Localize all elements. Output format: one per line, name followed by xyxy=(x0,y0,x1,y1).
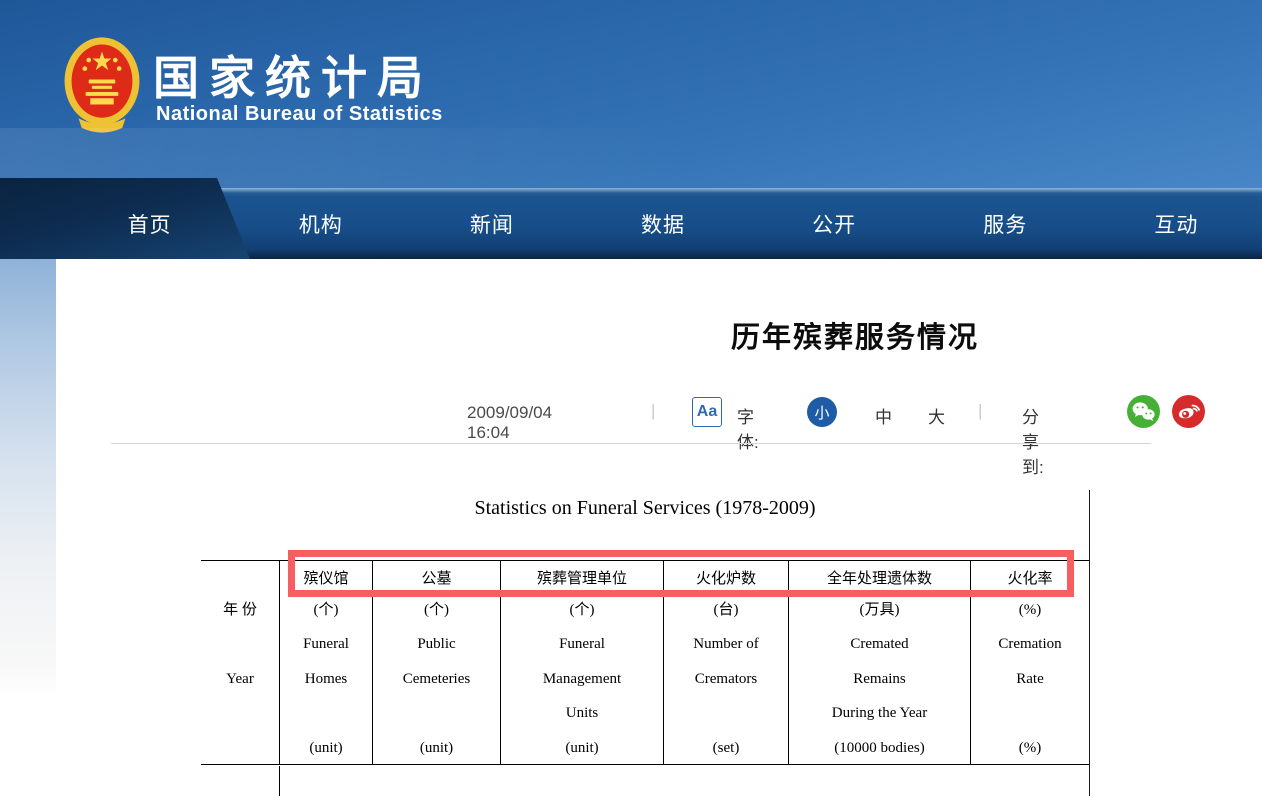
table-cell: (个)Funeral ManagementUnits (unit) xyxy=(500,593,663,764)
table-cell: 年 份 Year xyxy=(201,593,279,764)
nav-item-interaction[interactable]: 互动 xyxy=(1091,188,1262,259)
nav-item-institution[interactable]: 机构 xyxy=(235,188,406,259)
font-size-small-button[interactable]: 小 xyxy=(807,397,837,427)
font-size-medium-button[interactable]: 中 xyxy=(875,403,892,428)
table-cell: (%)Cremation Rate (%) xyxy=(970,593,1089,764)
font-size-large-button[interactable]: 大 xyxy=(928,403,945,428)
nav-item-home[interactable]: 首页 xyxy=(64,188,235,259)
table-subheader-row: 年 份 Year (个)Funeral Homes (unit) (个)Publ… xyxy=(201,593,1089,765)
table-title: Statistics on Funeral Services (1978-200… xyxy=(201,497,1089,520)
separator: | xyxy=(651,401,655,421)
nav-item-disclosure[interactable]: 公开 xyxy=(749,188,920,259)
table-cell: (个)Funeral Homes (unit) xyxy=(279,593,372,764)
table-cell: (万具)Cremated RemainsDuring the Year (100… xyxy=(788,593,970,764)
nav-items: 首页 机构 新闻 数据 公开 服务 互动 xyxy=(64,188,1262,259)
table-cell: (台)Number of Cremators (set) xyxy=(663,593,788,764)
table-right-border xyxy=(1089,490,1090,796)
publish-date: 2009/09/04 16:04 xyxy=(467,403,552,443)
site-subtitle: National Bureau of Statistics xyxy=(156,103,443,126)
share-label: 分享到: xyxy=(1022,403,1044,478)
weibo-share-icon[interactable] xyxy=(1172,395,1205,428)
meta-divider-line xyxy=(111,443,1151,444)
site-title: 国家统计局 xyxy=(153,42,433,108)
page: 国家统计局 National Bureau of Statistics 首页 机… xyxy=(0,0,1262,796)
wechat-share-icon[interactable] xyxy=(1127,395,1160,428)
header-row-highlight-annotation xyxy=(288,550,1074,597)
font-size-toggle-button[interactable]: Aa xyxy=(692,397,722,427)
nav-item-news[interactable]: 新闻 xyxy=(406,188,577,259)
site-header: 国家统计局 National Bureau of Statistics xyxy=(0,0,1262,188)
column-header-year xyxy=(201,561,279,593)
left-margin-gradient xyxy=(0,259,56,699)
font-size-label: 字体: xyxy=(737,403,759,453)
national-emblem-logo xyxy=(63,34,141,136)
nav-item-services[interactable]: 服务 xyxy=(920,188,1091,259)
page-title: 历年殡葬服务情况 xyxy=(731,314,979,356)
nav-item-data[interactable]: 数据 xyxy=(577,188,748,259)
separator: | xyxy=(978,401,982,421)
table-column-divider-continuation xyxy=(279,766,280,796)
table-cell: (个)Public Cemeteries (unit) xyxy=(372,593,500,764)
